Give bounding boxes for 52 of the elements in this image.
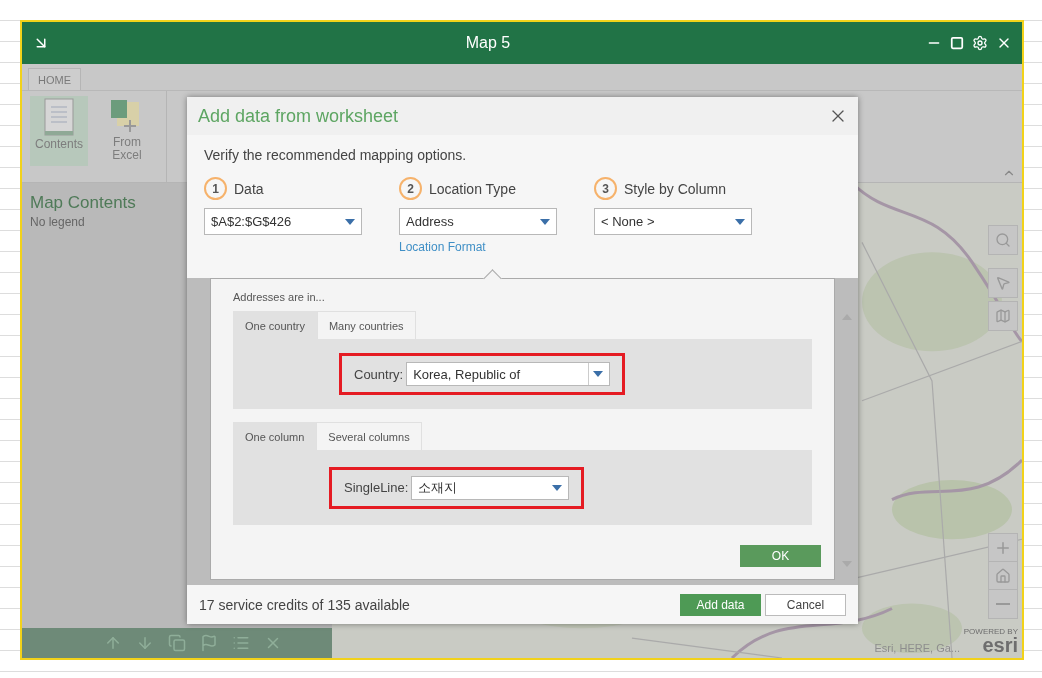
cancel-button[interactable]: Cancel <box>765 593 846 616</box>
flag-icon[interactable] <box>200 634 218 652</box>
caret-icon <box>552 484 563 491</box>
caret-icon <box>735 218 745 225</box>
field-label: SingleLine: <box>344 480 409 495</box>
instructions-text: Verify the recommended mapping options. <box>204 147 468 163</box>
panel-title: Map Contents <box>30 193 136 213</box>
credits-text: 17 service credits of 135 available <box>199 596 411 613</box>
zoom-out-button[interactable] <box>988 589 1018 619</box>
dropdown[interactable]: Address <box>399 208 557 235</box>
popover-heading: Addresses are in... <box>233 291 326 303</box>
step-label: Style by Column <box>624 180 726 197</box>
zoom-in-button[interactable] <box>988 533 1018 563</box>
dialog-title: Add data from worksheet <box>198 105 399 127</box>
dropdown[interactable]: < None > <box>594 208 752 235</box>
list-icon[interactable] <box>232 634 250 652</box>
search-button[interactable] <box>988 225 1018 255</box>
search-icon <box>995 232 1011 248</box>
field-label: Country: <box>354 366 404 382</box>
step-label: Data <box>234 180 264 197</box>
map-icon <box>995 308 1011 324</box>
caret-icon <box>593 371 604 377</box>
empty-legend-text: No legend <box>30 215 85 229</box>
minus-icon <box>996 603 1010 605</box>
pointer-icon <box>995 275 1011 291</box>
window-title: Map 5 <box>464 34 512 52</box>
copy-icon[interactable] <box>168 634 186 652</box>
settings-icon[interactable] <box>972 35 988 51</box>
home-icon <box>995 568 1011 584</box>
step-label: Location Type <box>429 180 516 197</box>
map-attribution: Esri, HERE, Ga... <box>874 642 960 654</box>
step-number: 2 <box>399 177 422 200</box>
dropdown[interactable]: Korea, Republic of <box>406 362 611 386</box>
logo: esri <box>982 636 1018 654</box>
logo-caption: POWERED BY <box>963 628 1018 636</box>
tab[interactable]: One column <box>233 422 317 450</box>
tab[interactable]: Many countries <box>316 311 416 339</box>
step-number: 1 <box>204 177 227 200</box>
pointer-button[interactable] <box>988 268 1018 298</box>
plus-icon <box>994 539 1012 557</box>
tab[interactable]: One country <box>233 311 317 339</box>
step-number: 3 <box>594 177 617 200</box>
dropdown[interactable]: 소재지 <box>411 475 570 500</box>
map-button[interactable] <box>988 301 1018 331</box>
tab[interactable]: Several columns <box>316 422 422 450</box>
dropdown[interactable]: $A$2:$G$426 <box>204 208 362 235</box>
arrow-down-icon[interactable] <box>136 634 154 652</box>
home-button[interactable] <box>988 561 1018 591</box>
maximize-icon[interactable] <box>950 36 964 50</box>
caret-icon <box>345 218 355 225</box>
caret-icon <box>540 218 550 225</box>
document-icon <box>44 98 74 136</box>
